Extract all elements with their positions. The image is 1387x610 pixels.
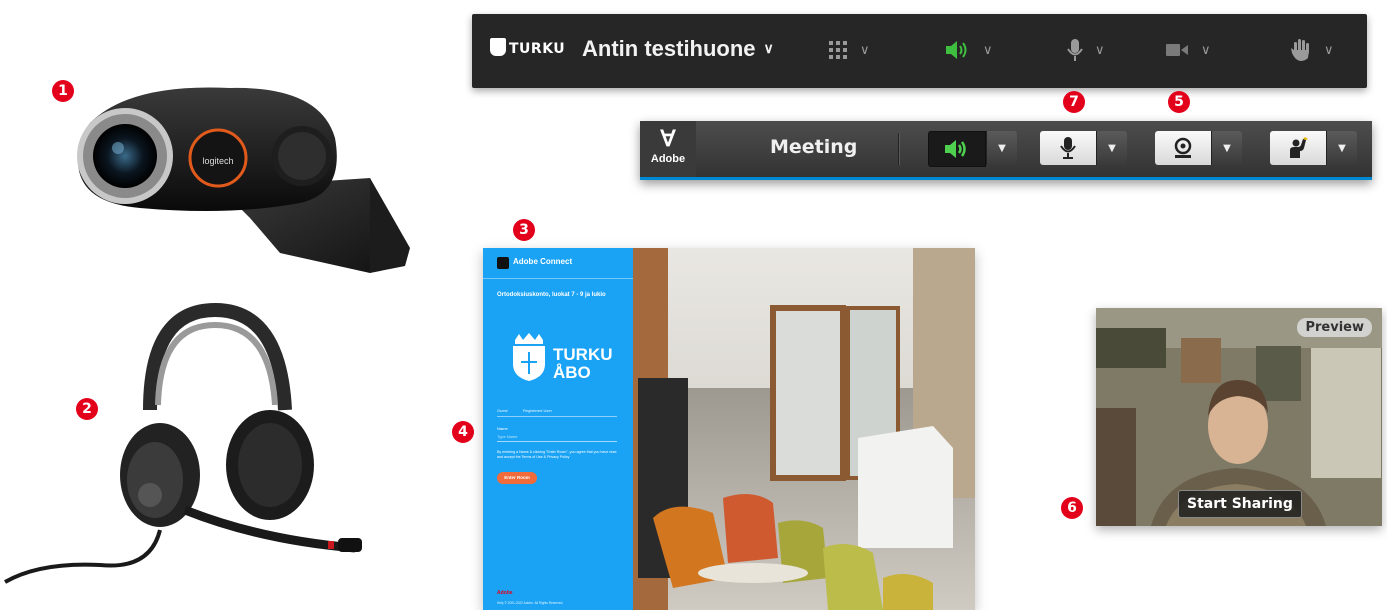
raise-hand-icon [1291, 39, 1309, 61]
chevron-down-icon: ∨ [1324, 42, 1334, 58]
webcam-preview-pod: Preview Start Sharing [1096, 308, 1382, 526]
adobe-footer-logo: Adobe [497, 590, 513, 596]
tab-guest[interactable]: Guest [497, 408, 508, 413]
webcam-dropdown[interactable]: ▼ [1211, 131, 1242, 165]
turku-crest-icon [490, 38, 506, 56]
adobe-connect-logo-icon [497, 257, 509, 269]
chevron-down-icon: ∨ [860, 42, 870, 58]
headset-image [0, 300, 380, 600]
start-sharing-button[interactable]: Start Sharing [1178, 490, 1302, 518]
app-name: Adobe Connect [513, 257, 573, 266]
raise-hand-button[interactable]: ∨ [1290, 38, 1334, 62]
callout-3: 3 [513, 219, 535, 241]
chevron-down-icon: ∨ [763, 40, 774, 56]
speaker-toggle[interactable] [928, 131, 986, 167]
login-panel: Adobe Connect Ortodoksiuskonto, luokat 7… [483, 248, 633, 610]
adobe-connect-login-screen: Adobe Connect Ortodoksiuskonto, luokat 7… [483, 248, 975, 610]
adobe-logo: Ɐ Adobe [640, 121, 696, 177]
footer-copyright: Help © 2001-2022 Adobe. All Rights Reser… [497, 601, 564, 605]
callout-4: 4 [452, 421, 474, 443]
microphone-button[interactable]: ∨ [1067, 38, 1105, 62]
turku-logo: TURKU [490, 38, 565, 57]
city-name: TURKU [553, 345, 613, 364]
turku-crest-icon [513, 333, 545, 381]
chevron-down-icon: ∨ [1201, 42, 1211, 58]
callout-6: 6 [1061, 497, 1083, 519]
room-name: Antin testihuone [582, 36, 756, 61]
speaker-icon [945, 140, 966, 158]
raise-hand-button[interactable]: ▼ [1270, 131, 1357, 165]
terms-text: By entering a Name & clicking "Enter Roo… [497, 450, 617, 459]
name-input[interactable]: Type Name [497, 434, 517, 439]
city-name-swedish: ÅBO [553, 363, 591, 382]
logo-text: TURKU [509, 41, 566, 57]
svg-text:logitech: logitech [202, 156, 233, 166]
room-name-menu[interactable]: Antin testihuone ∨ [582, 36, 774, 62]
divider [483, 278, 633, 279]
meeting-menu[interactable]: Meeting [770, 136, 857, 158]
apps-grid-icon [829, 41, 847, 59]
webcam-icon [1174, 137, 1192, 158]
speaker-icon [946, 41, 967, 59]
webcam-toggle[interactable] [1155, 131, 1211, 165]
callout-5: 5 [1168, 91, 1190, 113]
classic-meeting-bar: Ɐ Adobe Meeting ▼ ▼ ▼ ▼ [640, 121, 1372, 180]
name-input-underline [497, 441, 617, 442]
raise-hand-toggle[interactable] [1270, 131, 1326, 165]
callout-2: 2 [76, 398, 98, 420]
microphone-toggle[interactable] [1040, 131, 1096, 165]
webcam-button[interactable]: ▼ [1155, 131, 1242, 165]
microphone-button[interactable]: ▼ [1040, 131, 1127, 165]
room-title: Ortodoksiuskonto, luokat 7 - 9 ja lukio [497, 292, 606, 298]
microphone-icon [1067, 39, 1083, 61]
lobby-background-photo [633, 248, 975, 610]
camera-icon [1166, 44, 1188, 56]
callout-7: 7 [1063, 91, 1085, 113]
enter-room-label: Enter Room [504, 475, 530, 480]
microphone-dropdown[interactable]: ▼ [1096, 131, 1127, 165]
webcam-image: logitech [70, 78, 430, 278]
callout-1: 1 [52, 80, 74, 102]
divider [898, 133, 900, 165]
enter-room-button[interactable]: Enter Room [497, 472, 537, 484]
tab-underline [497, 416, 617, 417]
adobe-logo-text: Adobe [650, 153, 686, 165]
speaker-button[interactable]: ▼ [928, 131, 1017, 167]
apps-menu-button[interactable]: ∨ [828, 38, 870, 62]
meeting-top-bar: TURKU Antin testihuone ∨ ∨ ∨ ∨ ∨ ∨ [472, 14, 1367, 88]
microphone-icon [1060, 137, 1076, 159]
speaker-button[interactable]: ∨ [945, 38, 993, 62]
chevron-down-icon: ∨ [983, 42, 993, 58]
raise-hand-dropdown[interactable]: ▼ [1326, 131, 1357, 165]
tab-registered-user[interactable]: Registered User [523, 408, 552, 413]
raise-hand-person-icon [1290, 137, 1308, 158]
adobe-a-icon: Ɐ [660, 126, 676, 151]
chevron-down-icon: ∨ [1095, 42, 1105, 58]
preview-badge: Preview [1297, 318, 1372, 337]
name-label: Name [497, 426, 508, 431]
speaker-dropdown[interactable]: ▼ [986, 131, 1017, 165]
camera-button[interactable]: ∨ [1165, 38, 1211, 62]
